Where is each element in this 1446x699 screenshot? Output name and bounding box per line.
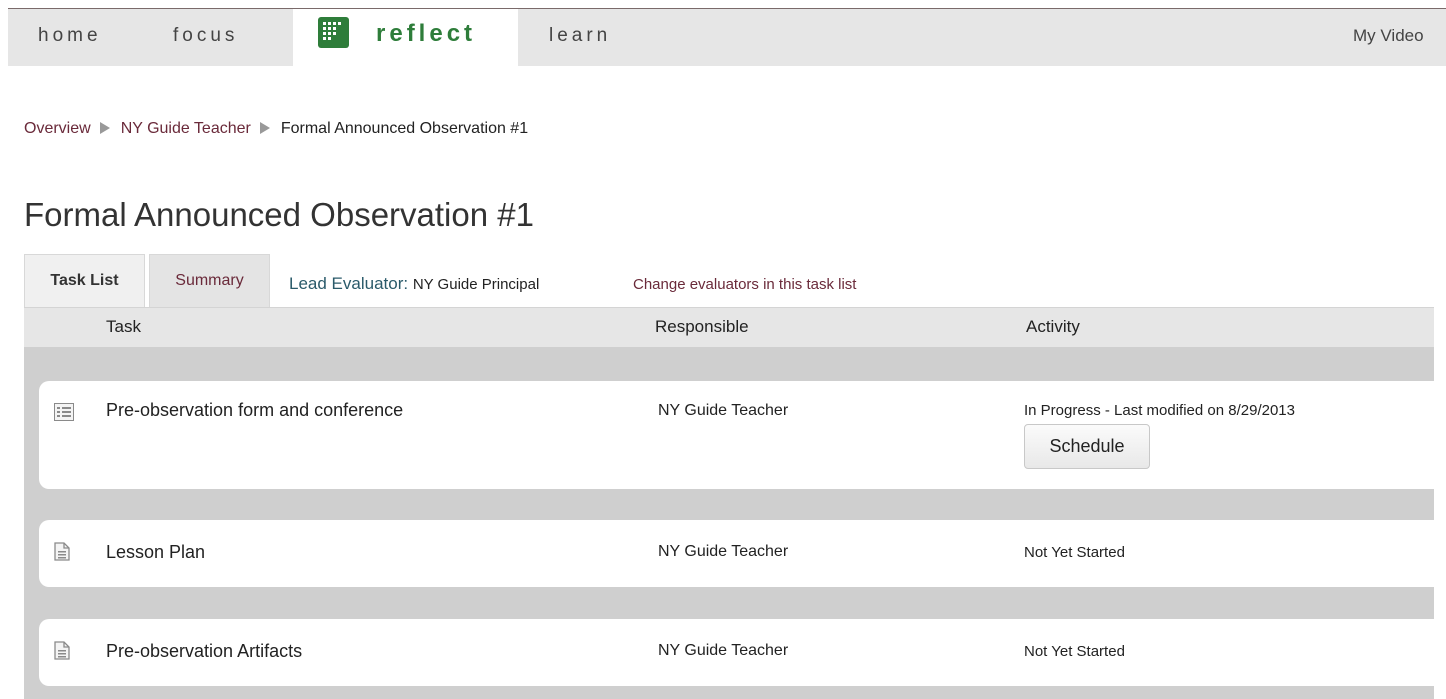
header-responsible: Responsible bbox=[655, 317, 749, 336]
task-activity: Not Yet Started bbox=[1024, 643, 1125, 660]
breadcrumb: Overview NY Guide Teacher Formal Announced… bbox=[24, 120, 528, 138]
breadcrumb-teacher[interactable]: NY Guide Teacher bbox=[121, 120, 251, 137]
header-activity: Activity bbox=[1026, 317, 1080, 336]
task-responsible: NY Guide Teacher bbox=[658, 642, 789, 659]
task-name[interactable]: Pre-observation Artifacts bbox=[106, 641, 302, 662]
task-responsible: NY Guide Teacher bbox=[658, 402, 789, 419]
breadcrumb-separator-icon bbox=[259, 122, 270, 134]
header-task: Task bbox=[106, 317, 141, 336]
lead-evaluator-label: Lead Evaluator: bbox=[289, 274, 409, 293]
nav-reflect[interactable]: reflect bbox=[293, 9, 518, 68]
breadcrumb-overview[interactable]: Overview bbox=[24, 120, 91, 137]
schedule-button[interactable]: Schedule bbox=[1024, 424, 1150, 469]
nav-focus[interactable]: focus bbox=[173, 9, 238, 67]
breadcrumb-separator-icon bbox=[99, 122, 110, 134]
table-row[interactable]: Pre-observation Artifacts NY Guide Teach… bbox=[39, 619, 1434, 686]
document-icon bbox=[54, 641, 74, 665]
table-row[interactable]: Lesson Plan NY Guide Teacher Not Yet Sta… bbox=[39, 520, 1434, 587]
form-list-icon bbox=[54, 403, 74, 426]
task-name[interactable]: Pre-observation form and conference bbox=[106, 400, 403, 421]
task-name[interactable]: Lesson Plan bbox=[106, 542, 205, 563]
task-table: Task Responsible Activity Pre-observatio… bbox=[24, 307, 1434, 699]
nav-learn[interactable]: learn bbox=[549, 9, 611, 67]
tab-summary[interactable]: Summary bbox=[149, 254, 270, 308]
nav-reflect-label: reflect bbox=[376, 20, 477, 47]
document-icon bbox=[54, 542, 74, 566]
breadcrumb-current: Formal Announced Observation #1 bbox=[280, 120, 529, 137]
table-row[interactable]: Pre-observation form and conference NY G… bbox=[39, 381, 1434, 489]
page-title: Formal Announced Observation #1 bbox=[24, 196, 534, 233]
lead-evaluator-value: NY Guide Principal bbox=[412, 276, 540, 293]
change-evaluators-link[interactable]: Change evaluators in this task list bbox=[633, 276, 856, 293]
task-responsible: NY Guide Teacher bbox=[658, 543, 789, 560]
table-header: Task Responsible Activity bbox=[24, 307, 1434, 347]
nav-my-videos[interactable]: My Video bbox=[1353, 9, 1424, 67]
reflect-logo-icon bbox=[318, 17, 349, 48]
task-activity: In Progress - Last modified on 8/29/2013 bbox=[1024, 402, 1295, 419]
tab-task-list[interactable]: Task List bbox=[24, 254, 145, 308]
task-activity: Not Yet Started bbox=[1024, 544, 1125, 561]
top-navigation: home focus reflect learn My Video bbox=[8, 8, 1446, 68]
nav-home[interactable]: home bbox=[38, 9, 102, 67]
lead-evaluator: Lead Evaluator: NY Guide Principal bbox=[289, 274, 539, 294]
